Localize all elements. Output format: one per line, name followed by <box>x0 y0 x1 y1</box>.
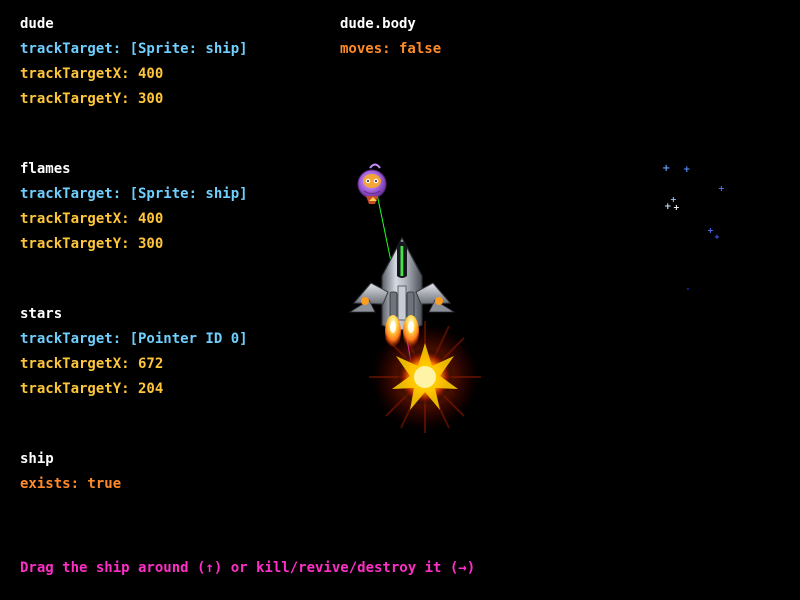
flames-track-target-y: trackTargetY: 300 <box>20 236 164 252</box>
stars-title: stars <box>20 306 63 322</box>
flames-track-target: trackTarget: [Sprite: ship] <box>20 186 248 202</box>
svg-text:+: + <box>664 202 672 212</box>
stars-track-target-y: trackTargetY: 204 <box>20 381 164 397</box>
dude-body-moves: moves: false <box>340 41 442 57</box>
spaceship-icon[interactable] <box>348 236 456 331</box>
svg-text:+: + <box>718 184 725 193</box>
svg-text:+: + <box>707 226 714 235</box>
ship-exists: exists: true <box>20 476 122 492</box>
flames-track-target-x: trackTargetX: 400 <box>20 211 164 227</box>
game-canvas[interactable]: dude trackTarget: [Sprite: ship] trackTa… <box>0 0 800 600</box>
explosion-burst-icon <box>369 321 481 433</box>
instructions-text: Drag the ship around (↑) or kill/revive/… <box>20 560 476 576</box>
game-scene: + + + + + + + + <box>348 163 725 433</box>
flames-title: flames <box>20 161 71 177</box>
dude-track-target-x: trackTargetX: 400 <box>20 66 164 82</box>
star-particles-icon: + + + + + + + + <box>662 163 725 290</box>
ship-title: ship <box>20 451 54 467</box>
svg-text:+: + <box>662 163 670 174</box>
stars-track-target-x: trackTargetX: 672 <box>20 356 164 372</box>
stars-track-target: trackTarget: [Pointer ID 0] <box>20 331 248 347</box>
dude-track-target-y: trackTargetY: 300 <box>20 91 164 107</box>
svg-text:+: + <box>670 195 677 204</box>
svg-text:+: + <box>683 165 691 175</box>
dude-title: dude <box>20 16 54 32</box>
svg-text:+: + <box>714 233 720 241</box>
svg-text:+: + <box>673 203 680 212</box>
dude-body-title: dude.body <box>340 16 416 32</box>
dude-track-target: trackTarget: [Sprite: ship] <box>20 41 248 57</box>
purple-alien-dude-icon[interactable] <box>357 163 387 205</box>
